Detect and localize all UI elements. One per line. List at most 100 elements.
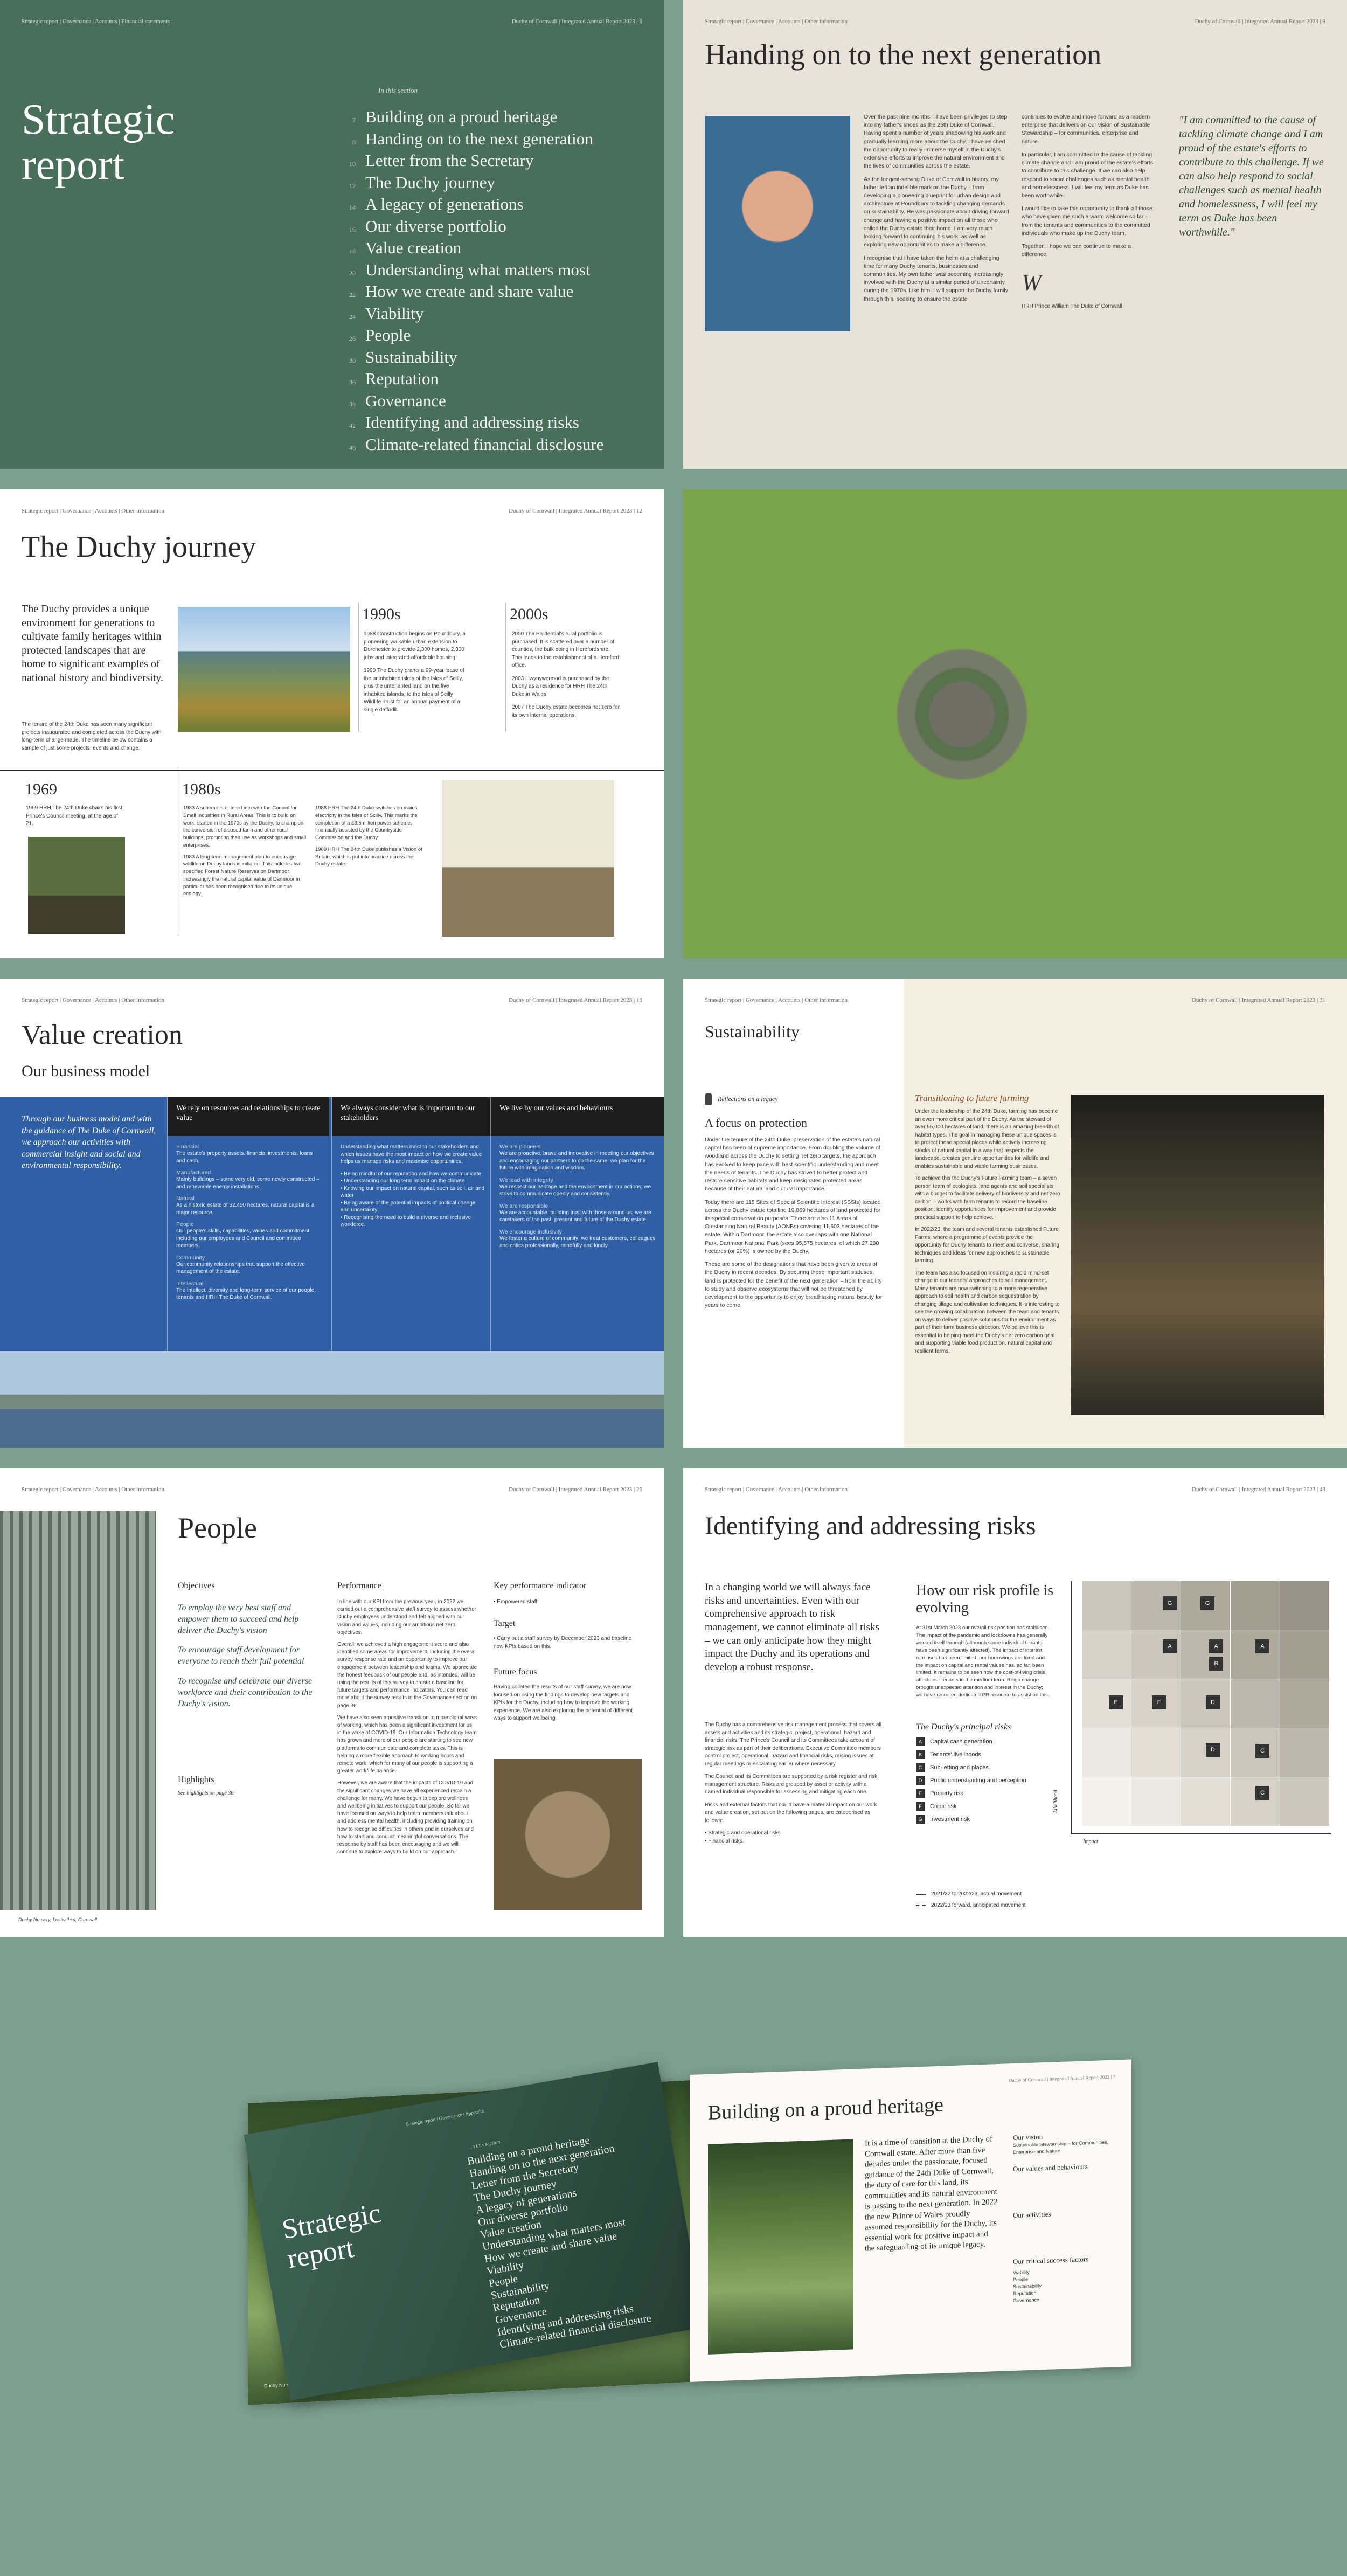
toc-item[interactable]: 16 Our diverse portfolio [345, 217, 603, 239]
toc-item-label: Building on a proud heritage [365, 107, 558, 126]
toc-item[interactable]: 30 Sustainability [345, 348, 603, 370]
page-header: Strategic report | Governance | Accounts… [22, 1486, 642, 1493]
risk-key: G [916, 1815, 925, 1824]
toc-page-number: 18 [349, 247, 356, 255]
nursery-photo [0, 1511, 156, 1910]
book-mockup: Duchy Nursery Strategic report | Governa… [226, 2059, 1142, 2447]
toc-item[interactable]: 18 Value creation [345, 238, 603, 261]
toc-item[interactable]: 20 Understanding what matters most [345, 260, 603, 283]
page-header: Strategic report | Governance | Accounts… [705, 18, 1325, 25]
header-nav[interactable]: Strategic report | Governance | Accounts… [705, 18, 848, 25]
exhibition-photo [442, 780, 614, 937]
risk-key: E [916, 1789, 925, 1798]
toc-item-label: Viability [365, 303, 424, 323]
heat-map-cell [1131, 1728, 1181, 1777]
toc-page-number: 38 [349, 400, 356, 408]
toc-item[interactable]: 46 Climate-related financial disclosure [345, 435, 603, 458]
signature-caption: HRH Prince William The Duke of Cornwall [1022, 303, 1122, 310]
model-column: We always consider what is important to … [331, 1097, 494, 1351]
page-strategic-report: Strategic report | Governance | Accounts… [0, 0, 664, 469]
page-header: Strategic report | Governance | Accounts… [705, 997, 1325, 1003]
table-of-contents: 7 Building on a proud heritage 8 Handing on… [345, 107, 603, 458]
toc-item[interactable]: 7 Building on a proud heritage [345, 107, 603, 130]
toc-item-label: Letter from the Secretary [365, 151, 534, 170]
toc-item-label: Understanding what matters most [365, 260, 591, 279]
toc-item[interactable]: 22 How we create and share value [345, 282, 603, 304]
cover-toc: Building on a proud heritage Handing on t… [467, 2129, 652, 2351]
era-1990s: 1990s [362, 605, 401, 623]
toc-item[interactable]: 42 Identifying and addressing risks [345, 413, 603, 435]
toc-item[interactable]: 12 The Duchy journey [345, 173, 603, 196]
evolving-heading: How our risk profile is evolving [916, 1582, 1054, 1617]
risk-legend: A Capital cash generation B Tenants' liveli… [916, 1737, 1026, 1828]
heat-map-cell [1181, 1777, 1230, 1826]
risk-legend-item: B Tenants' livelihoods [916, 1750, 1026, 1759]
toc-item-label: A legacy of generations [365, 195, 524, 213]
page-header: Strategic report | Governance | Accounts… [22, 508, 642, 514]
toc-page-number: 22 [349, 291, 356, 299]
toc-item-label: Value creation [365, 238, 462, 257]
highlights-link[interactable]: See highlights on page 36 [178, 1790, 233, 1796]
risk-key: A [916, 1737, 925, 1746]
header-nav[interactable]: Strategic report | Governance | Accounts… [22, 1486, 164, 1493]
header-nav[interactable]: Strategic report | Governance | Accounts… [22, 997, 164, 1003]
header-nav[interactable]: Strategic report | Governance | Accounts… [705, 997, 848, 1003]
toc-page-number: 30 [349, 356, 356, 364]
objectives: To employ the very best staff and empowe… [178, 1603, 313, 1708]
page-people: Strategic report | Governance | Accounts… [0, 1468, 664, 1937]
page-title: The Duchy journey [22, 530, 256, 564]
page-duchy-journey: Strategic report | Governance | Accounts… [0, 489, 664, 958]
heat-map-cell [1231, 1581, 1280, 1630]
heat-map-cell [1082, 1581, 1131, 1630]
coast-photo [0, 1351, 664, 1448]
pull-quote: "I am committed to the cause of tackling… [1179, 114, 1324, 238]
page-title: Handing on to the next generation [705, 38, 1102, 71]
risk-marker: D [1206, 1743, 1220, 1757]
toc-item[interactable]: 26 People [345, 326, 603, 348]
heat-map-cell [1280, 1777, 1329, 1826]
heat-map-cell [1131, 1777, 1181, 1826]
crest-icon [705, 1093, 712, 1105]
toc-item[interactable]: 36 Reputation [345, 369, 603, 392]
performance-heading: Performance [337, 1581, 381, 1590]
toc-item-label: Reputation [365, 369, 439, 388]
risk-marker: B [1209, 1657, 1223, 1671]
toc-item[interactable]: 8 Handing on to the next generation [345, 129, 603, 152]
aerial-photo-panel [683, 489, 1347, 958]
header-nav[interactable]: Strategic report | Governance | Accounts… [705, 1486, 848, 1493]
header-nav[interactable]: Strategic report | Governance | Accounts… [22, 508, 164, 514]
model-column: We live by our values and behaviours We a… [490, 1097, 664, 1351]
toc-page-number: 24 [349, 313, 356, 321]
toc-page-number: 42 [349, 422, 356, 430]
risk-marker: G [1163, 1596, 1177, 1610]
risk-legend-item: E Property risk [916, 1789, 1026, 1798]
header-nav[interactable]: Strategic report | Governance | Accounts… [22, 18, 170, 25]
toc-page-number: 20 [349, 269, 356, 277]
page-value-creation: Strategic report | Governance | Accounts… [0, 979, 664, 1448]
toc-page-number: 16 [349, 225, 356, 233]
book-right-title: Building on a proud heritage [708, 2093, 943, 2124]
risk-marker: F [1152, 1695, 1166, 1709]
page-title: Identifying and addressing risks [705, 1512, 1036, 1540]
toc-heading: In this section [378, 86, 418, 94]
kpi-heading: Key performance indicator [494, 1581, 587, 1590]
toc-item-label: Our diverse portfolio [365, 216, 506, 236]
target-heading: Target [494, 1619, 516, 1628]
toc-page-number: 10 [349, 160, 356, 168]
toc-page-number: 26 [349, 335, 356, 342]
toc-item[interactable]: 10 Letter from the Secretary [345, 151, 603, 174]
toc-item[interactable]: 38 Governance [345, 391, 603, 414]
legend-anticipated: 2022/23 forward, anticipated movement [931, 1902, 1026, 1908]
heat-map-cell [1280, 1679, 1329, 1728]
risk-legend-item: F Credit risk [916, 1802, 1026, 1811]
letter-col-1: Over the past nine months, I have been p… [864, 114, 1009, 302]
toc-item-label: Governance [365, 391, 446, 410]
toc-item[interactable]: 24 Viability [345, 304, 603, 327]
toc-item-label: People [365, 326, 411, 344]
page-header: Strategic report | Governance | Accounts… [22, 18, 642, 25]
heat-map-cell [1082, 1630, 1131, 1679]
highlights-heading: Highlights [178, 1775, 214, 1784]
page-header: Strategic report | Governance | Accounts… [22, 997, 642, 1003]
toc-item[interactable]: 14 A legacy of generations [345, 195, 603, 217]
toc-item-label: Handing on to the next generation [365, 129, 593, 148]
